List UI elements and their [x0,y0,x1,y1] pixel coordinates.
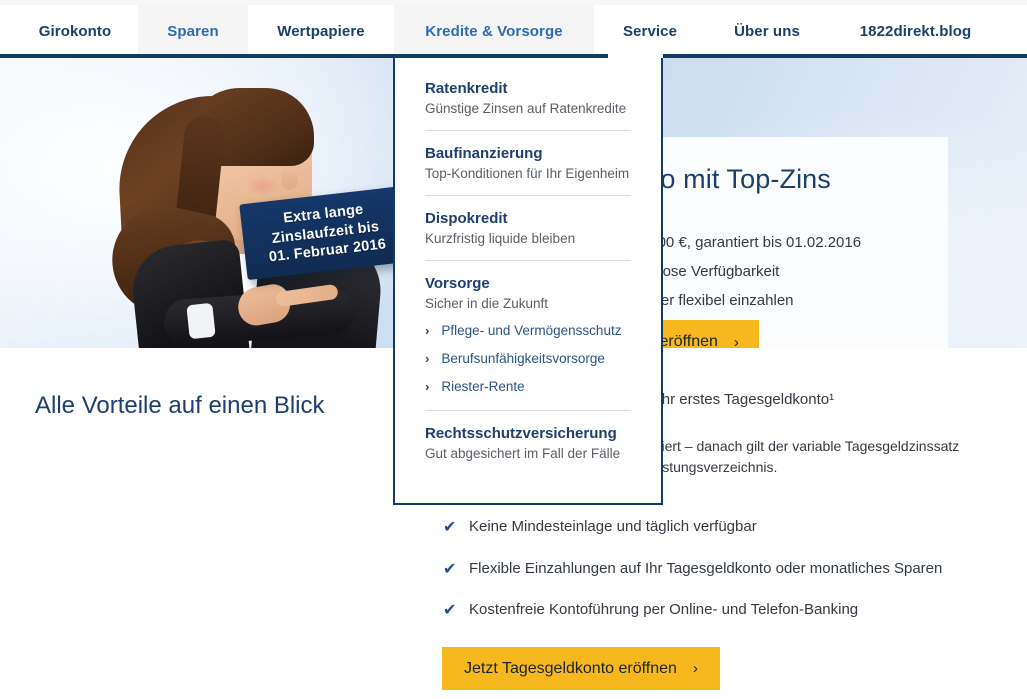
nav-item-label: Service [622,23,678,40]
nav-item-label: Über uns [734,23,800,40]
dropdown-item-subtitle: Gut abgesichert im Fall der Fälle [425,446,621,461]
chevron-right-icon: › [425,351,430,366]
dropdown-sublink-label: Riester-Rente [441,379,525,394]
dropdown-sublink-riester-rente[interactable]: › Riester-Rente [425,379,631,394]
check-icon: ✔ [443,519,457,536]
dropdown-item-subtitle: Sicher in die Zukunft [425,296,549,311]
feature-label: Flexible Einzahlungen auf Ihr Tagesgeldk… [469,559,943,577]
dropdown-sublink-label: Pflege- und Vermögensschutz [441,323,622,338]
nav-underline-right [663,54,1027,58]
feature-list: ✔ Keine Mindesteinlage und täglich verfü… [443,518,1003,644]
dropdown-item-vorsorge[interactable]: Vorsorge [425,275,631,292]
dropdown-item-dispokredit[interactable]: Dispokredit [425,210,631,227]
dropdown-item-subtitle: Top-Konditionen für Ihr Eigenheim [425,166,630,181]
dropdown-group: Vorsorge Sicher in die Zukunft › Pflege- un… [425,275,631,411]
chevron-right-icon: › [692,660,698,677]
chevron-right-icon: › [733,333,739,349]
nav-item-label: Sparen [167,23,219,40]
dropdown-group: Ratenkredit Günstige Zinsen auf Ratenkred… [425,80,631,131]
dropdown-item-subtitle: Kurzfristig liquide bleiben [425,231,576,246]
nav-item-label: Wertpapiere [277,23,365,40]
nav-item-label: Kredite & Vorsorge [425,23,563,40]
dropdown-item-baufinanzierung[interactable]: Baufinanzierung [425,145,631,162]
dropdown-sublink-label: Berufsunfähigkeitsvorsorge [441,351,605,366]
page-root: Extra lange Zinslaufzeit bis 01. Februar… [0,0,1027,699]
dropdown-group: Dispokredit Kurzfristig liquide bleiben [425,210,631,261]
dropdown-item-subtitle: Günstige Zinsen auf Ratenkredite [425,101,627,116]
nav-item-sparen[interactable]: Sparen [138,5,248,58]
dropdown-group: Baufinanzierung Top-Konditionen für Ihr E… [425,145,631,196]
nav-item-label: Girokonto [38,23,112,40]
feature-item: ✔ Keine Mindesteinlage und täglich verfü… [443,518,1003,537]
nav-item-1822direkt-blog[interactable]: 1822direkt.blog [838,5,993,58]
dropdown-kredite-vorsorge: Ratenkredit Günstige Zinsen auf Ratenkred… [393,58,663,505]
check-icon: ✔ [443,602,457,620]
dropdown-sublink-pflege-und-vermögensschutz[interactable]: › Pflege- und Vermögensschutz [425,323,631,338]
page-section-heading: Alle Vorteile auf einen Blick [35,392,325,419]
dropdown-sublink-list: › Pflege- und Vermögensschutz › Berufsunfäh… [425,323,631,394]
dropdown-sublink-berufsunfähigkeitsvorsorge[interactable]: › Berufsunfähigkeitsvorsorge [425,351,631,366]
nav-item-girokonto[interactable]: Girokonto [20,5,130,58]
nav-item-wertpapiere[interactable]: Wertpapiere [250,5,392,58]
chevron-right-icon: › [425,323,430,338]
chevron-right-icon: › [425,379,430,394]
feature-label: Kostenfreie Kontoführung per Online- und… [469,601,859,619]
dropdown-item-ratenkredit[interactable]: Ratenkredit [425,80,631,97]
nav-item-label: 1822direkt.blog [859,23,972,40]
dropdown-group: Rechtsschutzversicherung Gut abgesichert … [425,425,631,461]
feature-item: ✔ Flexible Einzahlungen auf Ihr Tagesgel… [443,559,1003,579]
open-account-button[interactable]: Jetzt Tagesgeldkonto eröffnen › [442,647,720,690]
nav-item-service[interactable]: Service [600,5,700,58]
main-navigation: Girokonto Sparen Wertpapiere Kredite & Vors… [0,5,1027,58]
feature-item: ✔ Kostenfreie Kontoführung per Online- u… [443,602,1003,620]
check-icon: ✔ [443,560,457,578]
nav-item-ber-uns[interactable]: Über uns [712,5,822,58]
open-account-label: Jetzt Tagesgeldkonto eröffnen [464,659,677,677]
feature-label: Keine Mindesteinlage und täglich verfügb… [469,518,757,535]
nav-item-kredite-vorsorge[interactable]: Kredite & Vorsorge [394,5,594,58]
dropdown-item-rechtsschutzversicherung[interactable]: Rechtsschutzversicherung [425,425,631,442]
